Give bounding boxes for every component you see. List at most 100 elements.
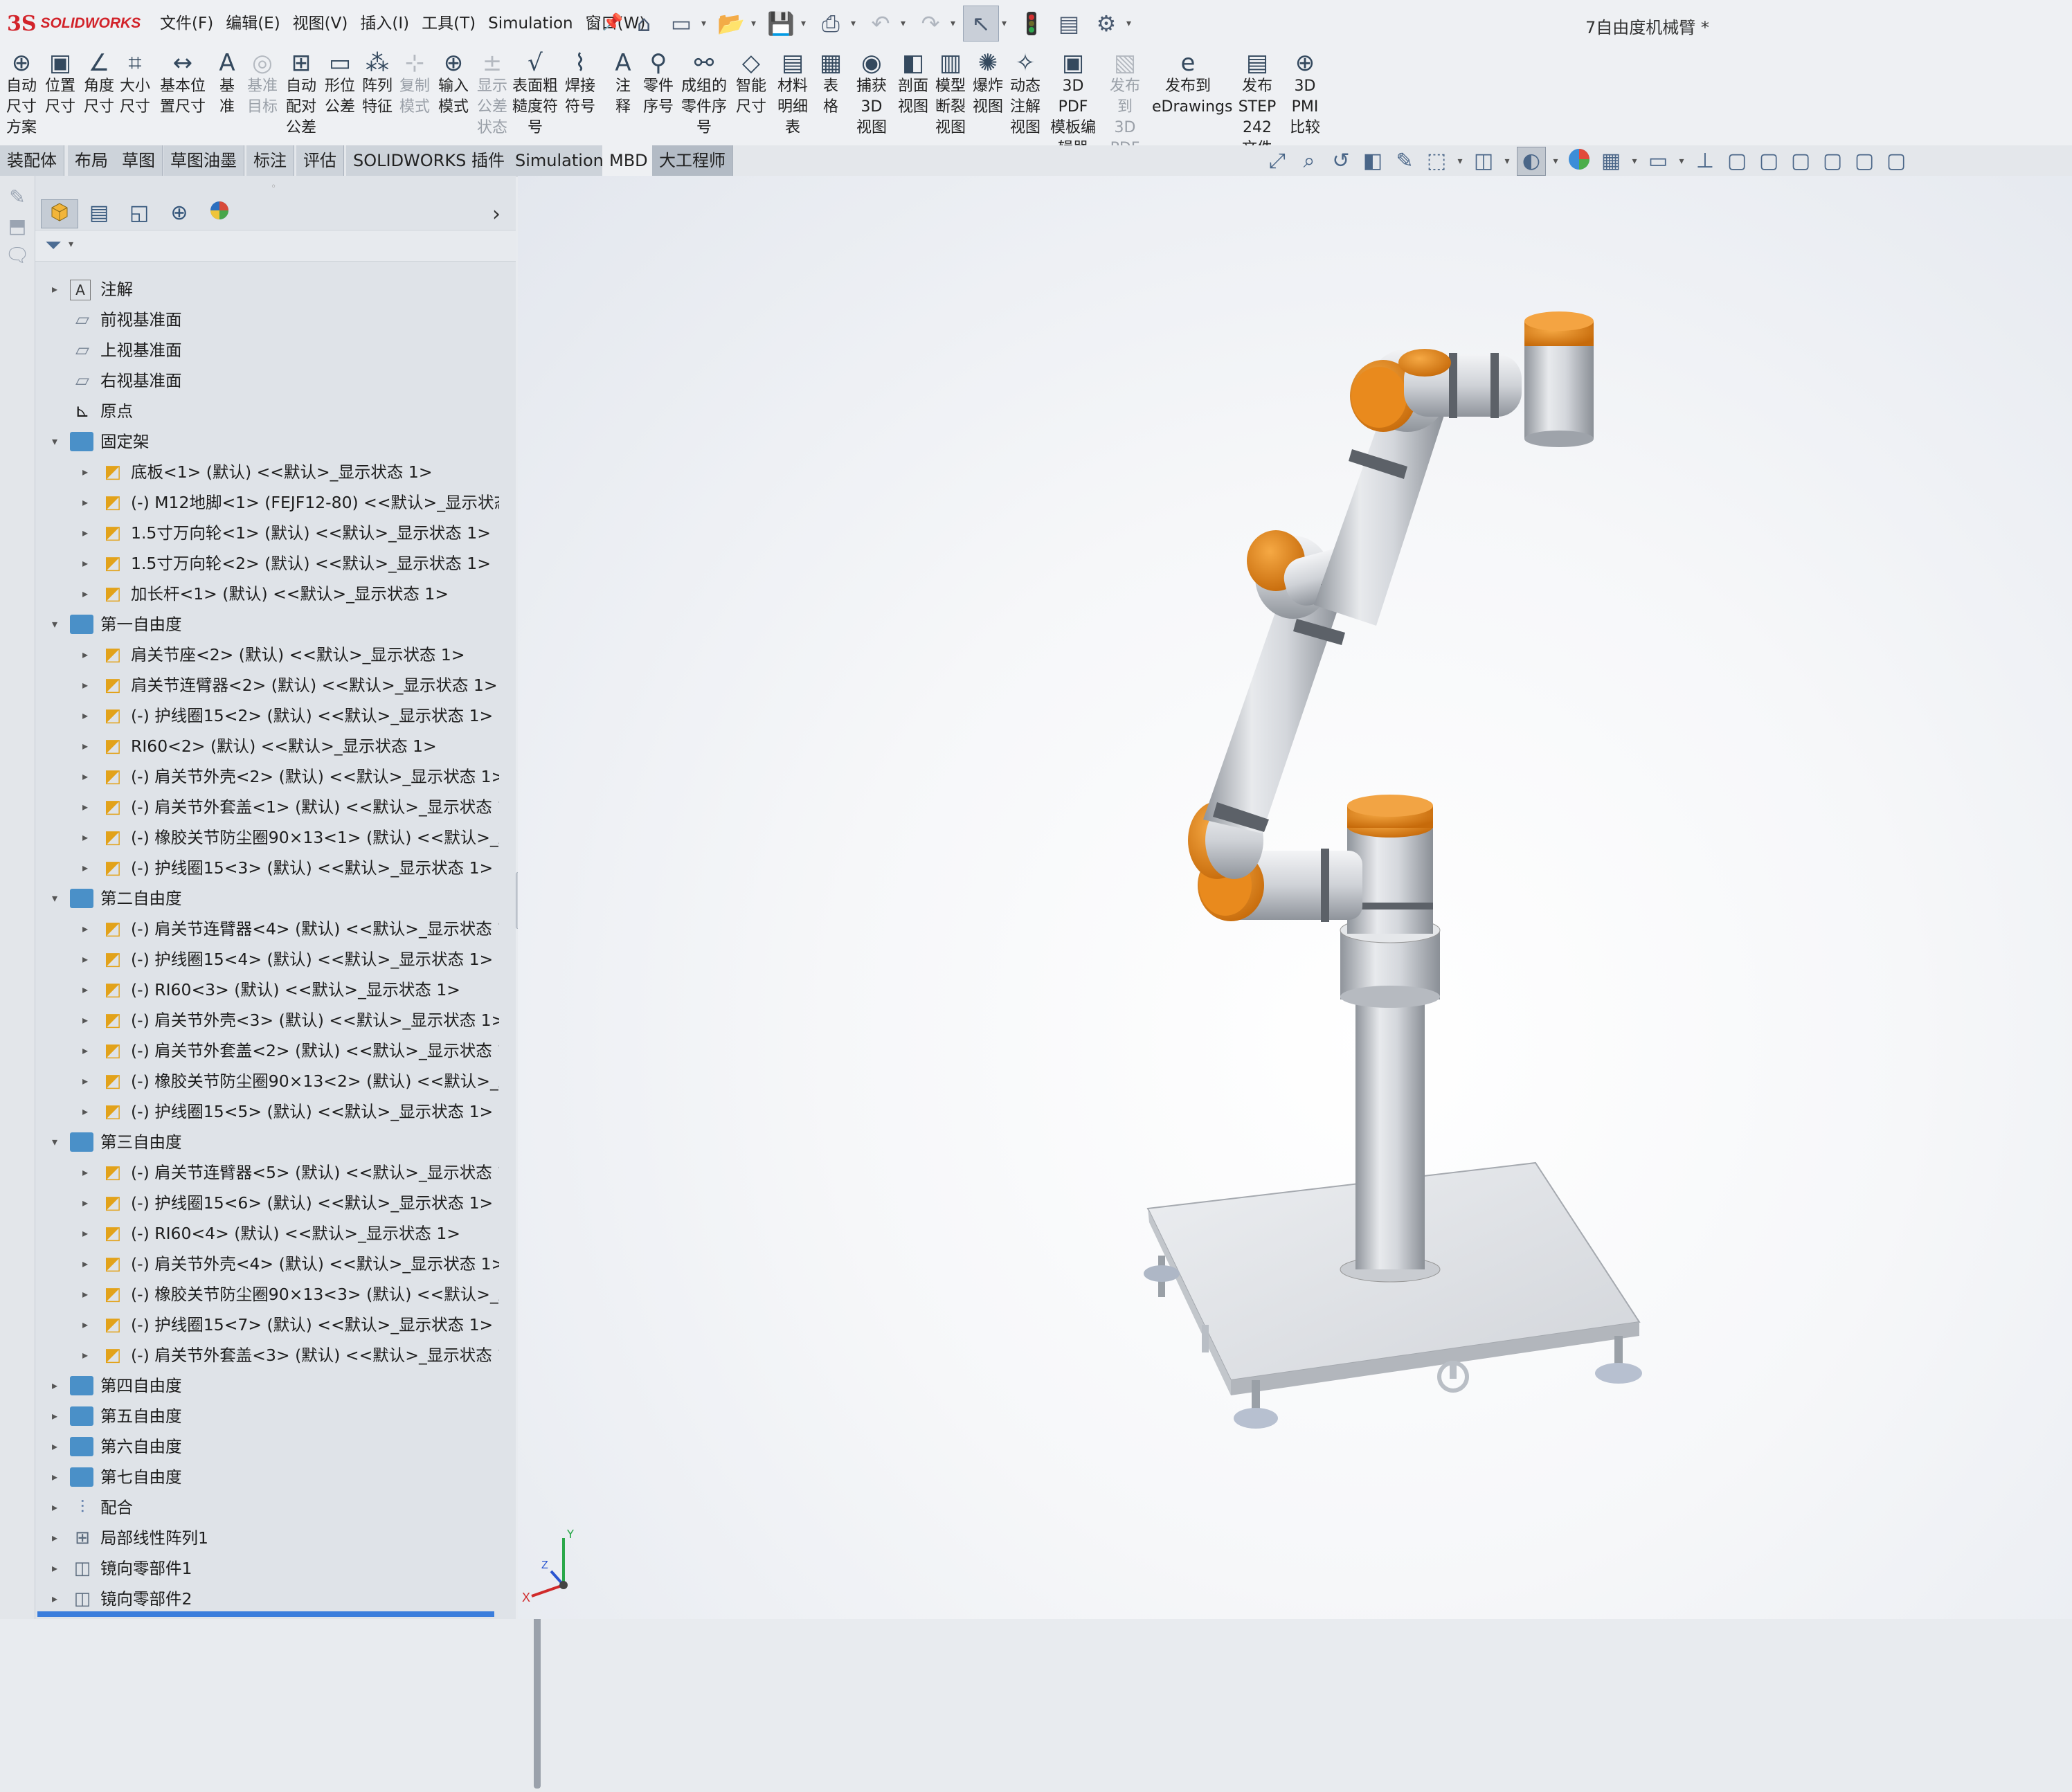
cmd-explode-view-button[interactable]: ✺ 爆炸 视图 [972,50,1004,118]
view-settings-dropdown-icon[interactable]: ▾ [1676,147,1687,175]
cmd-step-242-button[interactable]: ▤发布STEP 242文件 [1225,50,1289,159]
configuration-manager-tab-icon[interactable]: ◱ [121,199,157,227]
expand-caret-icon[interactable]: ▸ [48,1401,62,1431]
options-gear-icon[interactable]: ⚙ [1089,6,1124,41]
expand-caret-icon[interactable]: ▸ [78,457,92,487]
tab-simulation[interactable]: Simulation [508,145,611,176]
tree-component[interactable]: ▸ ◩ (-) 橡胶关节防尘圈90×13<1> (默认) <<默认>_显 [35,822,499,853]
cmd-3d-pdf-template-button[interactable]: ▣3D PDF模板编辑器 [1045,50,1101,159]
tree-component[interactable]: ▸ ◩ (-) 肩关节外套盖<2> (默认) <<默认>_显示状态 1 [35,1035,499,1066]
menu-file[interactable]: 文件(F) [154,12,219,35]
tab-assembly[interactable]: 装配体 [0,145,64,176]
collapse-caret-icon[interactable]: ▾ [48,609,62,640]
tab-markup[interactable]: 标注 [246,145,294,176]
display-style-dropdown-icon[interactable]: ▾ [1502,147,1513,175]
tree-item[interactable]: ▸ A 注解 [35,274,499,305]
tree-component[interactable]: ▸ ◩ (-) RI60<4> (默认) <<默认>_显示状态 1> [35,1218,499,1249]
view-settings-icon[interactable]: ▭ [1644,147,1672,175]
expand-caret-icon[interactable]: ▸ [48,1431,62,1462]
tree-folder[interactable]: ▾ 第一自由度 [35,609,499,640]
tree-folder[interactable]: ▸ 第四自由度 [35,1370,499,1401]
undo-dropdown-icon[interactable]: ▾ [901,18,910,29]
tree-component[interactable]: ▸ ◩ (-) 护线圈15<2> (默认) <<默认>_显示状态 1> [35,700,499,731]
tree-component[interactable]: ▸ ◩ (-) 肩关节外壳<3> (默认) <<默认>_显示状态 1> [35,1005,499,1035]
expand-caret-icon[interactable]: ▸ [48,1462,62,1492]
tree-item[interactable]: ▸ ◫ 镜向零部件1 [35,1553,499,1584]
expand-caret-icon[interactable]: ▸ [78,731,92,761]
tree-component[interactable]: ▸ ◩ (-) RI60<3> (默认) <<默认>_显示状态 1> [35,975,499,1005]
expand-caret-icon[interactable]: ▸ [78,670,92,700]
collapse-caret-icon[interactable]: ▾ [48,883,62,914]
expand-caret-icon[interactable]: ▸ [78,1035,92,1066]
save-icon[interactable]: 💾 [764,6,798,41]
tree-folder[interactable]: ▾ 第三自由度 [35,1127,499,1157]
feature-tool-icon[interactable]: ⬒ [2,215,33,239]
filter-dropdown-icon[interactable]: ▾ [69,239,73,250]
cmd-datum-target-button[interactable]: ◎ 基准 目标 [245,50,280,118]
tab-sketch[interactable]: 草图 [115,145,163,176]
tree-component[interactable]: ▸ ◩ (-) 肩关节外套盖<1> (默认) <<默认>_显示状态 1 [35,792,499,822]
select-cursor-icon[interactable]: ↖ [963,6,999,42]
filter-funnel-icon[interactable]: ⏷ [45,233,62,257]
cmd-show-tolerance-status-button[interactable]: ± 显示 公差 状态 [476,50,508,138]
cmd-auto-pair-tolerance-button[interactable]: ⊞ 自动 配对 公差 [284,50,318,138]
expand-caret-icon[interactable]: ▸ [48,1370,62,1401]
expand-caret-icon[interactable]: ▸ [48,1584,62,1614]
view-top-icon[interactable]: ▢ [1850,147,1878,175]
cmd-copy-scheme-button[interactable]: ⊹ 复制 模式 [397,50,432,118]
tree-component[interactable]: ▸ ◩ 肩关节连臂器<2> (默认) <<默认>_显示状态 1> [35,670,499,700]
open-dropdown-icon[interactable]: ▾ [751,18,761,29]
tree-item[interactable]: ▸ ⫶ 配合 [35,1492,499,1523]
expand-caret-icon[interactable]: ▸ [48,274,62,305]
new-dropdown-icon[interactable]: ▾ [701,18,711,29]
tab-evaluate[interactable]: 评估 [296,145,344,176]
expand-caret-icon[interactable]: ▸ [78,1249,92,1279]
expand-caret-icon[interactable]: ▸ [78,822,92,853]
expand-caret-icon[interactable]: ▸ [78,1310,92,1340]
tree-component[interactable]: ▸ ◩ RI60<2> (默认) <<默认>_显示状态 1> [35,731,499,761]
tree-component[interactable]: ▸ ◩ 加长杆<1> (默认) <<默认>_显示状态 1> [35,579,499,609]
cmd-size-dim-button[interactable]: ⌗ 大小 尺寸 [119,50,151,118]
print-icon[interactable]: ⎙ [813,6,848,41]
tree-component[interactable]: ▸ ◩ (-) 肩关节连臂器<4> (默认) <<默认>_显示状态 1 [35,914,499,944]
cmd-dynamic-annotation-button[interactable]: ✧ 动态 注解 视图 [1008,50,1043,138]
tree-folder[interactable]: ▸ 第六自由度 [35,1431,499,1462]
hide-show-items-icon[interactable]: ◐ [1517,147,1546,176]
view-front-icon[interactable]: ▢ [1723,147,1751,175]
tree-component[interactable]: ▸ ◩ 1.5寸万向轮<2> (默认) <<默认>_显示状态 1> [35,548,499,579]
view-back-icon[interactable]: ▢ [1755,147,1783,175]
tree-item[interactable]: ▱ 前视基准面 [35,305,499,335]
apply-scene-dropdown-icon[interactable]: ▾ [1629,147,1640,175]
view-left-icon[interactable]: ▢ [1787,147,1814,175]
undo-icon[interactable]: ↶ [863,6,898,41]
expand-caret-icon[interactable]: ▸ [78,944,92,975]
cmd-auto-dimension-button[interactable]: ⊕ 自动 尺寸 方案 [4,50,39,138]
tree-item[interactable]: ▱ 右视基准面 [35,365,499,396]
tree-component[interactable]: ▸ ◩ (-) 护线圈15<7> (默认) <<默认>_显示状态 1> [35,1310,499,1340]
menu-tools[interactable]: 工具(T) [415,12,482,35]
cmd-geometric-tolerance-button[interactable]: ▭ 形位 公差 [323,50,357,118]
expand-caret-icon[interactable]: ▸ [78,1188,92,1218]
cmd-edrawings-button[interactable]: e 发布到 eDrawings [1152,50,1232,118]
expand-caret-icon[interactable]: ▸ [78,1340,92,1370]
cmd-balloon-button[interactable]: ⚲ 零件 序号 [641,50,676,118]
options-dropdown-icon[interactable]: ▾ [1126,18,1136,29]
expand-caret-icon[interactable]: ▸ [78,975,92,1005]
cmd-auto-balloon-button[interactable]: ⚯ 成组的 零件序号 [678,50,730,138]
wrist-link[interactable] [1398,349,1522,418]
tree-folder[interactable]: ▸ 第五自由度 [35,1401,499,1431]
tree-component[interactable]: ▸ ◩ (-) 护线圈15<6> (默认) <<默认>_显示状态 1> [35,1188,499,1218]
expand-caret-icon[interactable]: ▸ [78,518,92,548]
expand-caret-icon[interactable]: ▸ [48,1523,62,1553]
graphics-area[interactable] [518,176,2072,1619]
tree-component[interactable]: ▸ ◩ (-) 橡胶关节防尘圈90×13<3> (默认) <<默认>_显 [35,1279,499,1310]
tree-component[interactable]: ▸ ◩ 肩关节座<2> (默认) <<默认>_显示状态 1> [35,640,499,670]
cmd-model-break-view-button[interactable]: ▥ 模型 断裂 视图 [932,50,969,138]
tree-component[interactable]: ▸ ◩ 底板<1> (默认) <<默认>_显示状态 1> [35,457,499,487]
end-effector[interactable] [1524,311,1594,447]
menu-view[interactable]: 视图(V) [287,12,354,35]
dimxpert-manager-tab-icon[interactable]: ⊕ [161,199,197,227]
expand-caret-icon[interactable]: ▸ [78,1157,92,1188]
normal-to-icon[interactable]: ⊥ [1691,147,1719,175]
robot-arm-model[interactable] [518,176,2072,1619]
